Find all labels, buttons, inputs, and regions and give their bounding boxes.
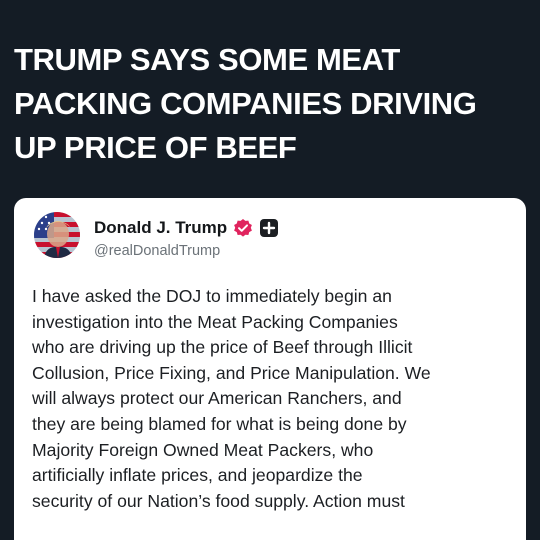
headline: TRUMP SAYS SOME MEAT PACKING COMPANIES D… (14, 38, 524, 170)
post-body-line: they are being blamed for what is being … (32, 413, 407, 434)
plus-badge-icon (260, 219, 279, 237)
post-body-line: security of our Nation’s food supply. Ac… (32, 490, 405, 511)
post-body-line: will always protect our American Rancher… (32, 388, 402, 409)
post-body-line: who are driving up the price of Beef thr… (32, 337, 413, 358)
screen: TRUMP SAYS SOME MEAT PACKING COMPANIES D… (0, 0, 540, 540)
post-body-line: investigation into the Meat Packing Comp… (32, 311, 398, 332)
post-body-line: artificially inflate prices, and jeopard… (32, 465, 363, 486)
headline-line-3: UP PRICE OF BEEF (14, 130, 297, 165)
author-row: Donald J. Trump (94, 216, 279, 240)
verified-badge-icon (234, 219, 253, 237)
post-card: Donald J. Trump @realDonaldTrump I have … (14, 198, 526, 540)
post-body-line: I have asked the DOJ to immediately begi… (32, 286, 392, 306)
author-avatar[interactable] (34, 212, 80, 258)
post-body-line: Collusion, Price Fixing, and Price Manip… (32, 362, 431, 383)
post-body: I have asked the DOJ to immediately begi… (32, 284, 518, 514)
post-body-line: Majority Foreign Owned Meat Packers, who (32, 439, 374, 460)
flag-portrait-avatar-icon (34, 212, 80, 258)
headline-line-2: PACKING COMPANIES DRIVING (14, 86, 477, 121)
author-name[interactable]: Donald J. Trump (94, 218, 227, 238)
author-handle[interactable]: @realDonaldTrump (94, 243, 220, 259)
headline-line-1: TRUMP SAYS SOME MEAT (14, 42, 400, 77)
